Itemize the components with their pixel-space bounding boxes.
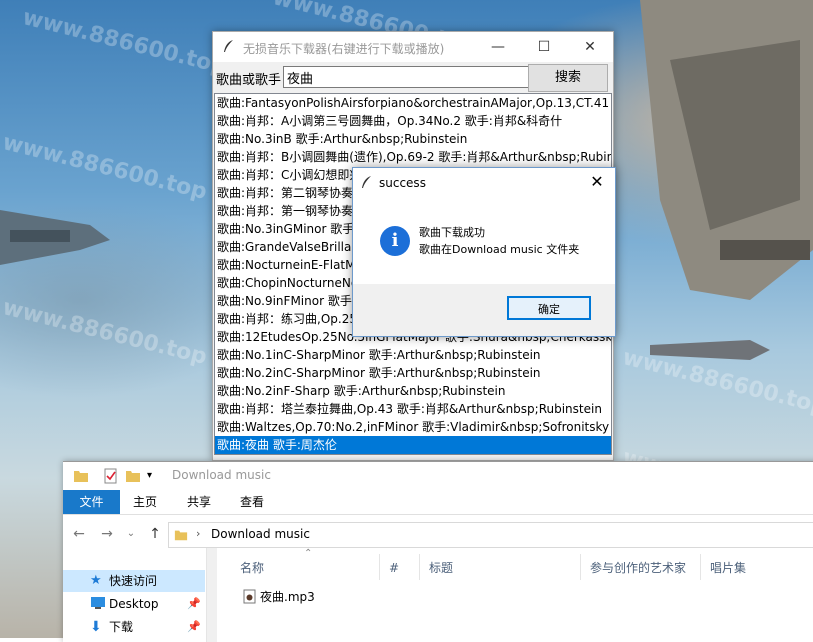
audio-file-icon: [243, 589, 256, 604]
nav-item-label: Desktop: [109, 597, 159, 611]
result-row[interactable]: 歌曲:Waltzes,Op.70:No.2,inFMinor 歌手:Vladim…: [215, 418, 611, 436]
file-explorer-window: ▾ Download music 文件 主页 共享 查看 ← → ⌄ ↑ › D…: [63, 461, 813, 642]
pin-icon[interactable]: 📌: [187, 616, 201, 638]
sort-ascending-icon: ⌃: [304, 548, 313, 559]
folder-icon: [74, 471, 88, 482]
wallpaper-airship-right: [640, 0, 813, 300]
result-row[interactable]: 歌曲:No.1inC-SharpMinor 歌手:Arthur&nbsp;Rub…: [215, 346, 611, 364]
result-row[interactable]: 歌曲:FantasyonPolishAirsforpiano&orchestra…: [215, 94, 611, 112]
navigation-pane-scrollbar[interactable]: [207, 548, 217, 642]
tab-view[interactable]: 查看: [230, 490, 274, 514]
ok-button[interactable]: 确定: [507, 296, 591, 320]
watermark-text: www.886600.top: [20, 5, 230, 80]
column-header-title[interactable]: 标题: [429, 558, 453, 578]
navigation-bar: ← → ⌄ ↑ › Download music: [63, 520, 813, 548]
address-bar[interactable]: › Download music: [168, 522, 813, 548]
dialog-close-button[interactable]: ✕: [585, 171, 609, 193]
watermark-text: www.886600.top: [0, 295, 210, 370]
column-header-album[interactable]: 唱片集: [710, 558, 746, 578]
result-row[interactable]: 歌曲:肖邦：B小调圆舞曲(遗作),Op.69-2 歌手:肖邦&Arthur&nb…: [215, 148, 611, 166]
result-row[interactable]: 歌曲:No.2inC-SharpMinor 歌手:Arthur&nbsp;Rub…: [215, 364, 611, 382]
new-folder-icon[interactable]: [125, 468, 141, 484]
nav-item-desktop[interactable]: Desktop 📌: [63, 593, 205, 615]
dialog-footer: 确定: [353, 284, 615, 336]
success-dialog: success ✕ i 歌曲下载成功 歌曲在Download music 文件夹…: [352, 167, 616, 337]
quick-access-dropdown-icon[interactable]: ▾: [147, 468, 163, 484]
column-divider[interactable]: [419, 554, 420, 580]
dialog-title: success: [379, 176, 426, 190]
recent-locations-icon[interactable]: ⌄: [121, 524, 141, 544]
search-label: 歌曲或歌手: [216, 73, 282, 88]
info-icon: i: [380, 226, 410, 256]
nav-item-downloads[interactable]: ⬇ 下载 📌: [63, 616, 205, 638]
folder-icon: [174, 530, 188, 541]
result-row[interactable]: 歌曲:No.2inF-Sharp 歌手:Arthur&nbsp;Rubinste…: [215, 382, 611, 400]
star-icon: ★: [90, 573, 102, 588]
result-row[interactable]: 歌曲:夜曲 歌手:周杰伦: [215, 436, 611, 454]
download-arrow-icon: ⬇: [90, 619, 102, 635]
feather-icon: [362, 176, 371, 188]
up-arrow-icon[interactable]: ↑: [145, 524, 165, 544]
window-title: 无损音乐下载器(右键进行下载或播放): [243, 42, 445, 56]
forward-arrow-icon[interactable]: →: [97, 524, 117, 544]
result-row[interactable]: 歌曲:肖邦：塔兰泰拉舞曲,Op.43 歌手:肖邦&Arthur&nbsp;Rub…: [215, 400, 611, 418]
column-header-number[interactable]: #: [389, 558, 399, 578]
tab-home[interactable]: 主页: [123, 490, 167, 514]
close-button[interactable]: ✕: [567, 32, 613, 62]
column-divider[interactable]: [700, 554, 701, 580]
properties-checkmark-icon[interactable]: [103, 468, 119, 484]
breadcrumb-chevron-icon: ›: [196, 527, 201, 540]
minimize-button[interactable]: —: [475, 32, 521, 62]
explorer-title: Download music: [172, 468, 271, 482]
maximize-button[interactable]: ☐: [521, 32, 567, 62]
tab-share[interactable]: 共享: [177, 490, 221, 514]
wallpaper-airship-left: [0, 210, 110, 265]
nav-item-quick-access[interactable]: ★ 快速访问: [63, 570, 205, 592]
pin-icon[interactable]: 📌: [187, 593, 201, 615]
search-input[interactable]: [283, 66, 531, 88]
dialog-message-line2: 歌曲在Download music 文件夹: [419, 243, 580, 256]
desktop-icon: [91, 597, 105, 609]
back-arrow-icon[interactable]: ←: [69, 524, 89, 544]
address-path: Download music: [211, 527, 310, 541]
dialog-message-line1: 歌曲下载成功: [419, 226, 485, 239]
nav-item-label: 下载: [109, 620, 134, 634]
title-bar[interactable]: 无损音乐下载器(右键进行下载或播放) — ☐ ✕: [213, 32, 613, 62]
search-row: 歌曲或歌手 搜索: [213, 64, 613, 92]
nav-item-label: 快速访问: [109, 574, 158, 588]
column-header-name[interactable]: 名称: [240, 558, 264, 578]
search-button[interactable]: 搜索: [528, 64, 608, 92]
column-divider[interactable]: [379, 554, 380, 580]
tab-file[interactable]: 文件: [63, 490, 120, 514]
result-row[interactable]: 歌曲:肖邦：A小调第三号圆舞曲，Op.34No.2 歌手:肖邦&科奇什: [215, 112, 611, 130]
feather-icon: [224, 40, 233, 52]
file-name: 夜曲.mp3: [260, 590, 315, 604]
ribbon-tabs: 文件 主页 共享 查看: [63, 490, 813, 515]
explorer-title-bar[interactable]: ▾ Download music: [63, 462, 813, 490]
column-header-contributing-artists[interactable]: 参与创作的艺术家: [590, 558, 686, 578]
result-row[interactable]: 歌曲:No.3inB 歌手:Arthur&nbsp;Rubinstein: [215, 130, 611, 148]
navigation-pane: ★ 快速访问 Desktop 📌 ⬇ 下载 📌: [63, 548, 205, 642]
column-divider[interactable]: [580, 554, 581, 580]
